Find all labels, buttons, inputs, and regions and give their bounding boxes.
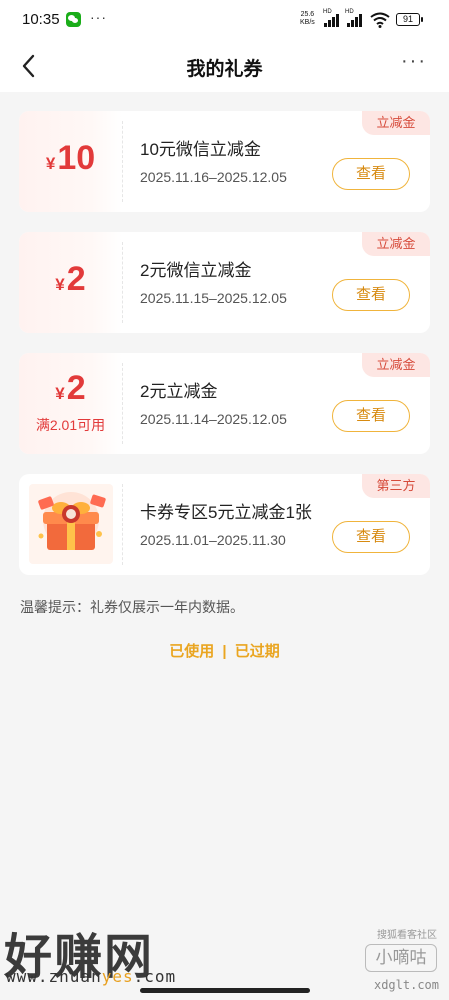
coupon-type-tag: 立减金 (362, 232, 430, 256)
watermark-url-accent: yes (101, 967, 134, 986)
used-link[interactable]: 已使用 (169, 640, 214, 661)
coupon-validity: 2025.11.16–2025.12.05 (140, 169, 287, 185)
coupon-title: 10元微信立减金 (140, 140, 261, 159)
coupon-card[interactable]: ¥10 10元微信立减金 2025.11.16–2025.12.05 立减金 查… (19, 111, 430, 212)
coupon-title: 2元微信立减金 (140, 261, 252, 280)
more-notifications-icon: ··· (90, 9, 107, 25)
watermark-caption-right: 搜狐看客社区 (377, 930, 437, 941)
view-button[interactable]: 查看 (332, 279, 410, 311)
currency-symbol: ¥ (45, 154, 56, 173)
wechat-notification-icon (66, 12, 81, 27)
signal-icon-2 (347, 13, 365, 27)
currency-symbol: ¥ (55, 384, 65, 403)
network-speed: 25.6 KB/s (300, 11, 315, 27)
coupon-card[interactable]: ¥2 满2.01可用 2元立减金 2025.11.14–2025.12.05 立… (19, 353, 430, 454)
coupon-title: 卡券专区5元立减金1张 (140, 503, 312, 522)
coupon-amount: ¥2 (19, 260, 122, 299)
history-links: 已使用 | 已过期 (0, 640, 449, 661)
card-divider (122, 484, 123, 565)
amount-value: 2 (66, 369, 86, 407)
coupon-amount: ¥2 (19, 369, 122, 408)
gift-box-icon (29, 484, 113, 564)
card-divider (122, 242, 123, 323)
coupon-type-tag: 立减金 (362, 111, 430, 135)
watermark-url-left: www.zhuanyes.com (6, 967, 176, 986)
more-options-icon[interactable]: ··· (401, 50, 427, 73)
wifi-icon (370, 12, 390, 28)
coupon-type-tag: 立减金 (362, 353, 430, 377)
coupon-card[interactable]: ¥2 2元微信立减金 2025.11.15–2025.12.05 立减金 查看 (19, 232, 430, 333)
header-bar: 我的礼券 ··· (0, 40, 449, 92)
status-time: 10:35 (22, 11, 60, 28)
expired-link[interactable]: 已过期 (235, 640, 280, 661)
coupon-validity: 2025.11.15–2025.12.05 (140, 290, 287, 306)
coupon-type-tag: 第三方 (362, 474, 430, 498)
coupon-validity: 2025.11.14–2025.12.05 (140, 411, 287, 427)
view-button[interactable]: 查看 (332, 400, 410, 432)
watermark-logo-right: 小嘀咕 (365, 944, 437, 972)
signal-icon-1 (324, 13, 342, 27)
link-separator: | (222, 643, 227, 660)
card-divider (122, 363, 123, 444)
amount-value: 10 (57, 139, 96, 177)
coupon-amount: ¥10 (19, 139, 122, 178)
watermark-url-part: .com (133, 967, 177, 986)
view-button[interactable]: 查看 (332, 158, 410, 190)
watermark-url-part: www.zhuan (6, 967, 102, 986)
coupon-validity: 2025.11.01–2025.11.30 (140, 532, 286, 548)
network-speed-unit: KB/s (300, 19, 315, 26)
notice-text: 温馨提示：礼券仅展示一年内数据。 (20, 599, 244, 615)
page-title: 我的礼券 (186, 59, 263, 80)
amount-value: 2 (66, 260, 86, 298)
coupon-card[interactable]: 卡券专区5元立减金1张 2025.11.01–2025.11.30 第三方 查看 (19, 474, 430, 575)
battery-indicator: 91 (396, 13, 423, 26)
currency-symbol: ¥ (55, 275, 65, 294)
watermark-url-right: xdglt.com (373, 978, 439, 992)
coupon-title: 2元立减金 (140, 382, 218, 401)
coupon-condition: 满2.01可用 (35, 417, 106, 433)
view-button[interactable]: 查看 (332, 521, 410, 553)
network-speed-value: 25.6 (300, 11, 315, 18)
home-indicator[interactable] (140, 988, 310, 993)
status-bar: 10:35 ··· 25.6 KB/s HD HD 91 (0, 0, 449, 40)
card-divider (122, 121, 123, 202)
